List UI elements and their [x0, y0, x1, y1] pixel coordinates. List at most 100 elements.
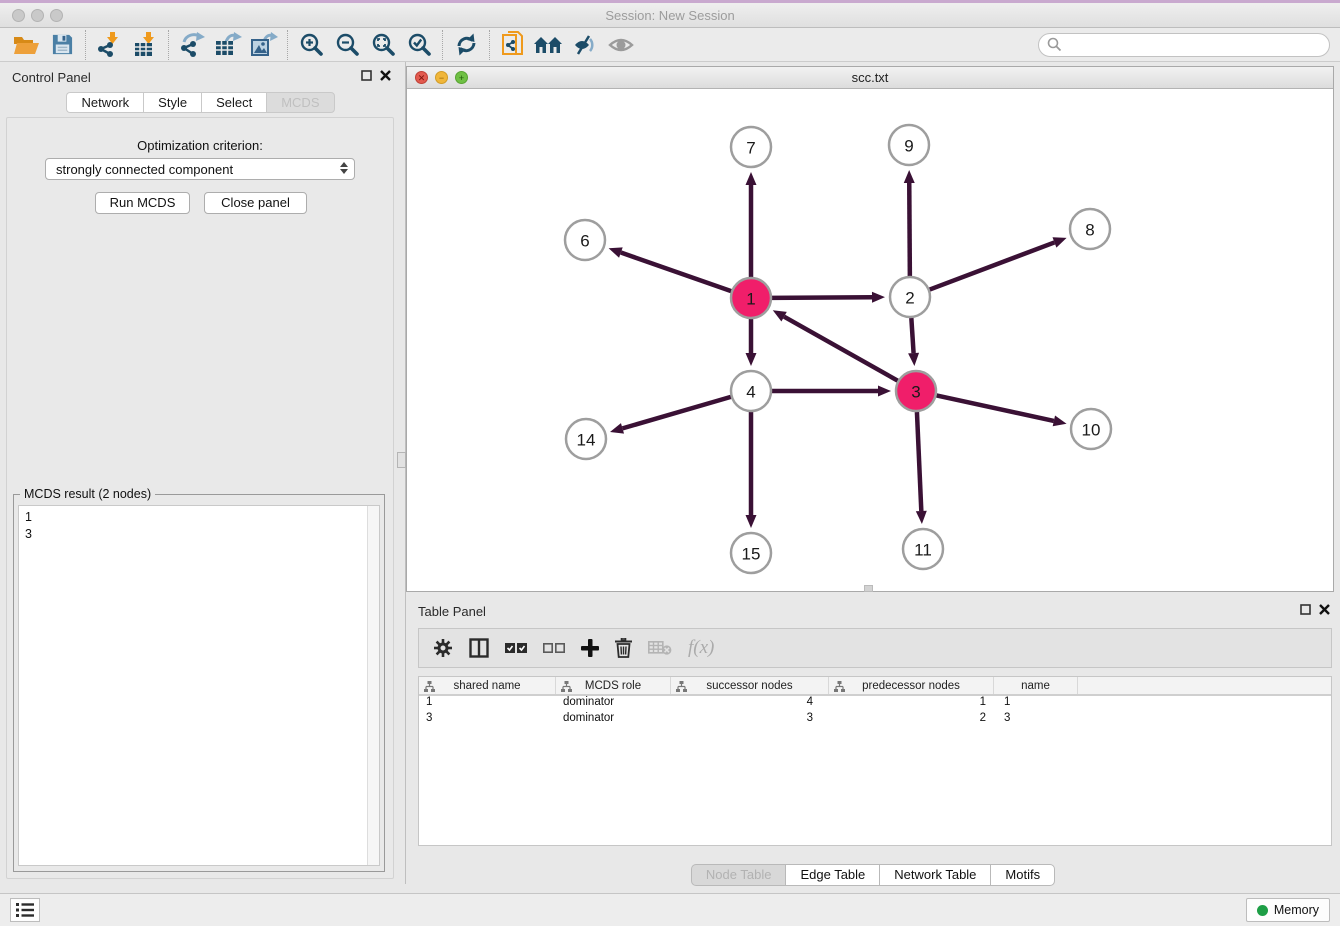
toolbar-separator — [287, 30, 288, 60]
graph-edge[interactable] — [911, 318, 913, 353]
graph-edge-arrow — [746, 172, 757, 185]
memory-button[interactable]: Memory — [1246, 898, 1330, 922]
graph-edge[interactable] — [622, 397, 730, 429]
import-network-icon[interactable] — [91, 29, 127, 61]
minimize-network-button[interactable]: − — [435, 71, 448, 84]
import-table-icon[interactable] — [127, 29, 163, 61]
close-window-button[interactable] — [12, 9, 25, 22]
unselect-all-columns-icon[interactable] — [543, 642, 565, 654]
tab-style[interactable]: Style — [143, 92, 201, 113]
open-file-icon[interactable] — [8, 29, 44, 61]
tab-motifs[interactable]: Motifs — [990, 864, 1055, 886]
graph-node-label: 6 — [580, 232, 589, 251]
minimize-window-button[interactable] — [31, 9, 44, 22]
column-header[interactable]: predecessor nodes — [829, 677, 994, 694]
network-canvas[interactable]: 7968124314101511 — [407, 89, 1333, 591]
cell-mcds-role[interactable]: dominator — [556, 696, 671, 712]
column-label: successor nodes — [706, 680, 792, 692]
cell-successor-nodes[interactable]: 3 — [671, 712, 829, 728]
titlebar: Session: New Session — [0, 3, 1340, 28]
control-panel: Control Panel Network Style Select MCDS … — [0, 62, 401, 884]
export-table-icon[interactable] — [210, 29, 246, 61]
tab-select[interactable]: Select — [201, 92, 266, 113]
apply-layout-icon[interactable] — [448, 29, 484, 61]
graph-edge[interactable] — [930, 242, 1055, 289]
canvas-scroll-handle[interactable] — [864, 585, 873, 592]
zoom-in-icon[interactable] — [293, 29, 329, 61]
optimization-criterion-select[interactable]: strongly connected component — [45, 158, 355, 180]
tab-mcds[interactable]: MCDS — [266, 92, 334, 113]
cell-predecessor-nodes[interactable]: 1 — [829, 696, 994, 712]
tab-node-table[interactable]: Node Table — [691, 864, 786, 886]
cell-name[interactable]: 1 — [994, 696, 1078, 712]
window-title: Session: New Session — [0, 3, 1340, 28]
table-toolbar: f(x) — [418, 628, 1332, 668]
column-header[interactable]: successor nodes — [671, 677, 829, 694]
select-all-columns-icon[interactable] — [505, 642, 527, 654]
node-table[interactable]: shared name MCDS role successor nodes pr… — [418, 676, 1332, 846]
export-network-icon[interactable] — [174, 29, 210, 61]
zoom-selected-icon[interactable] — [401, 29, 437, 61]
search-icon — [1047, 37, 1062, 52]
column-header[interactable]: shared name — [419, 677, 556, 694]
run-mcds-button[interactable]: Run MCDS — [95, 192, 190, 214]
column-header[interactable]: name — [994, 677, 1078, 694]
result-scrollbar[interactable] — [367, 506, 379, 865]
float-table-panel-icon[interactable] — [1300, 604, 1311, 615]
mcds-result-title: MCDS result (2 nodes) — [20, 487, 155, 501]
graph-edge[interactable] — [772, 297, 872, 298]
cell-shared-name[interactable]: 1 — [419, 696, 556, 712]
cell-successor-nodes[interactable]: 4 — [671, 696, 829, 712]
cell-mcds-role[interactable]: dominator — [556, 712, 671, 728]
graph-edge-arrow — [916, 511, 927, 524]
hide-selected-icon[interactable] — [567, 29, 603, 61]
task-history-button[interactable] — [10, 898, 40, 922]
float-panel-icon[interactable] — [361, 70, 372, 81]
table-row[interactable]: 3 dominator 3 2 3 — [419, 712, 1331, 728]
graph-edge[interactable] — [937, 395, 1054, 420]
show-columns-icon[interactable] — [469, 638, 489, 658]
mcds-result-group: MCDS result (2 nodes) 1 3 — [13, 494, 385, 872]
search-input[interactable] — [1062, 35, 1329, 55]
network-window-titlebar: ✕ − + scc.txt — [407, 67, 1333, 89]
save-session-icon[interactable] — [44, 29, 80, 61]
cell-predecessor-nodes[interactable]: 2 — [829, 712, 994, 728]
tab-network[interactable]: Network — [66, 92, 143, 113]
control-panel-header: Control Panel — [0, 62, 401, 92]
mcds-result-area[interactable]: 1 3 — [18, 505, 380, 866]
tab-network-table[interactable]: Network Table — [879, 864, 990, 886]
network-graph: 7968124314101511 — [407, 89, 1333, 591]
graph-edge[interactable] — [621, 253, 731, 292]
export-image-icon[interactable] — [246, 29, 282, 61]
add-column-icon[interactable] — [581, 639, 599, 657]
maximize-network-button[interactable]: + — [455, 71, 468, 84]
zoom-fit-icon[interactable] — [365, 29, 401, 61]
graph-edge[interactable] — [909, 183, 910, 276]
table-row[interactable]: 1 dominator 4 1 1 — [419, 696, 1331, 712]
close-panel-icon[interactable] — [380, 70, 391, 81]
control-panel-tabs: Network Style Select MCDS — [0, 92, 401, 113]
search-box[interactable] — [1038, 33, 1330, 57]
graph-edge-arrow — [904, 170, 915, 183]
clone-network-icon[interactable] — [495, 29, 531, 61]
graph-node-label: 11 — [914, 541, 932, 560]
zoom-window-button[interactable] — [50, 9, 63, 22]
first-neighbors-icon[interactable] — [531, 29, 567, 61]
close-table-panel-icon[interactable] — [1319, 604, 1330, 615]
selected-option: strongly connected component — [56, 162, 233, 177]
show-all-icon[interactable] — [603, 29, 639, 61]
network-window-title: scc.txt — [407, 67, 1333, 89]
close-network-button[interactable]: ✕ — [415, 71, 428, 84]
cell-shared-name[interactable]: 3 — [419, 712, 556, 728]
tab-edge-table[interactable]: Edge Table — [785, 864, 879, 886]
cell-name[interactable]: 3 — [994, 712, 1078, 728]
delete-column-icon[interactable] — [615, 638, 632, 658]
table-settings-icon[interactable] — [433, 638, 453, 658]
column-header[interactable]: MCDS role — [556, 677, 671, 694]
function-builder-icon: f(x) — [688, 637, 714, 659]
graph-edge[interactable] — [784, 317, 898, 381]
zoom-out-icon[interactable] — [329, 29, 365, 61]
splitter-handle[interactable] — [397, 452, 406, 468]
graph-edge[interactable] — [917, 412, 921, 511]
close-panel-button[interactable]: Close panel — [204, 192, 307, 214]
